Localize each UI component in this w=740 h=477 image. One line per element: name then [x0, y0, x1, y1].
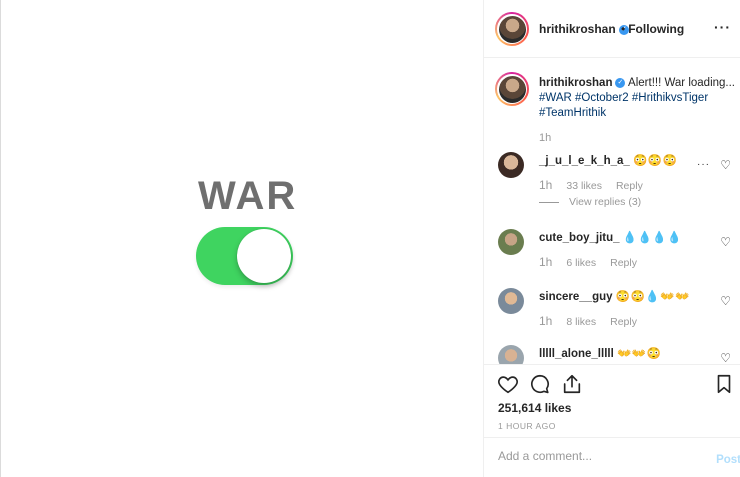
more-options-icon[interactable]: ··· — [714, 19, 731, 35]
like-comment-icon[interactable]: ♡ — [720, 158, 731, 172]
comment-emoji: 😳😳😳 — [633, 155, 678, 167]
toggle-switch-graphic — [196, 227, 293, 285]
comment-likes[interactable]: 6 likes — [566, 257, 596, 269]
comment-input[interactable] — [498, 449, 698, 463]
comment-text: _j_u_l_e_k_h_a_ 😳😳😳 — [539, 153, 677, 167]
comment-username[interactable]: cute_boy_jitu_ — [539, 232, 620, 244]
post-header: hrithikroshan ✓ • Following ··· — [484, 0, 740, 58]
reply-button[interactable]: Reply — [610, 257, 637, 269]
like-heart-icon[interactable] — [497, 373, 519, 395]
caption-hashtags[interactable]: #WAR #October2 #HrithikvsTiger #TeamHrit… — [539, 92, 708, 119]
media-title-text: WAR — [198, 174, 298, 218]
post-timestamp[interactable]: 1 HOUR AGO — [498, 421, 556, 431]
comment-emoji: 💧💧💧💧 — [622, 232, 683, 244]
comment-likes[interactable]: 8 likes — [566, 316, 596, 328]
like-comment-icon[interactable]: ♡ — [720, 294, 731, 308]
comment-meta: 1h 6 likes Reply — [539, 255, 651, 269]
comment-username[interactable]: lllll_alone_lllll — [539, 348, 614, 360]
toggle-knob — [237, 229, 291, 283]
commenter-avatar[interactable] — [498, 152, 524, 178]
commenter-avatar[interactable] — [498, 229, 524, 255]
reply-button[interactable]: Reply — [610, 316, 637, 328]
caption-avatar[interactable] — [495, 72, 529, 106]
comment-text: sincere__guy 😳😳💧👐👐 — [539, 289, 690, 303]
profile-avatar[interactable] — [495, 12, 529, 46]
separator-dot: • — [621, 22, 626, 36]
post-sidebar: hrithikroshan ✓ • Following ··· hrithikros… — [483, 0, 740, 477]
like-comment-icon[interactable]: ♡ — [720, 235, 731, 249]
add-comment-bar: Post — [484, 437, 740, 477]
comment-text: cute_boy_jitu_ 💧💧💧💧 — [539, 230, 682, 244]
comment-emoji: 👐👐😳 — [616, 348, 662, 360]
verified-badge-icon: ✓ — [615, 77, 626, 88]
comment-more-icon[interactable]: ··· — [697, 159, 710, 170]
caption-text: Alert!!! War loading... — [628, 77, 735, 89]
post-media[interactable]: WAR — [2, 0, 483, 477]
post-caption: hrithikroshan ✓ Alert!!! War loading... #… — [539, 76, 735, 121]
comment-meta: 1h 8 likes Reply — [539, 314, 651, 328]
header-username-text[interactable]: hrithikroshan — [539, 22, 616, 36]
reply-button[interactable]: Reply — [616, 180, 643, 192]
view-replies-label[interactable]: View replies (3) — [569, 196, 641, 208]
view-replies-button[interactable]: View replies (3) — [539, 196, 641, 208]
replies-divider — [539, 201, 559, 203]
comment-emoji: 😳😳💧👐👐 — [615, 291, 690, 303]
comment-time[interactable]: 1h — [539, 255, 552, 269]
header-username[interactable]: hrithikroshan ✓ — [539, 22, 629, 36]
post-actions: 251,614 likes 1 HOUR AGO — [484, 364, 740, 436]
comment-username[interactable]: _j_u_l_e_k_h_a_ — [539, 155, 630, 167]
like-comment-icon[interactable]: ♡ — [720, 351, 731, 364]
caption-username[interactable]: hrithikroshan — [539, 77, 612, 89]
comment-username[interactable]: sincere__guy — [539, 291, 613, 303]
commenter-avatar[interactable] — [498, 288, 524, 314]
comment-bubble-icon[interactable] — [529, 373, 551, 395]
comment-meta: 1h 33 likes Reply — [539, 178, 657, 192]
comment-time[interactable]: 1h — [539, 314, 552, 328]
comment-likes[interactable]: 33 likes — [566, 180, 602, 192]
commenter-avatar[interactable] — [498, 345, 524, 364]
share-icon[interactable] — [561, 373, 583, 395]
post-comment-button[interactable]: Post — [716, 454, 740, 466]
comments-list[interactable]: hrithikroshan ✓ Alert!!! War loading... #… — [484, 58, 740, 364]
save-bookmark-icon[interactable] — [713, 373, 735, 395]
comment-time[interactable]: 1h — [539, 178, 552, 192]
likes-count[interactable]: 251,614 likes — [498, 401, 571, 415]
caption-timestamp[interactable]: 1h — [539, 132, 551, 144]
comment-text: lllll_alone_lllll 👐👐😳 — [539, 346, 661, 360]
following-button[interactable]: • Following — [621, 22, 684, 36]
post-modal: WAR hrithikroshan ✓ • Following ··· hrithi… — [0, 0, 740, 477]
following-label[interactable]: Following — [628, 22, 684, 36]
